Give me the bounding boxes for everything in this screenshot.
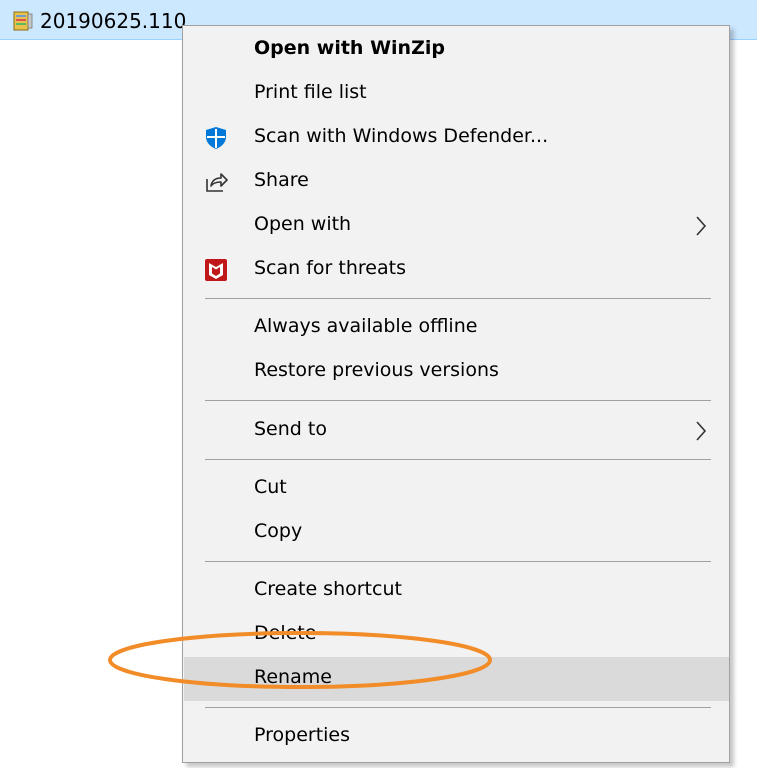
menu-item-cut[interactable]: Cut [184,467,729,511]
chevron-right-icon [695,420,707,442]
windows-defender-icon [204,126,228,150]
menu-item-scan-windows-defender[interactable]: Scan with Windows Defender... [184,116,729,160]
menu-item-open-with[interactable]: Open with [184,204,729,248]
mcafee-icon [204,258,228,282]
menu-item-label: Create shortcut [254,578,402,600]
menu-item-label: Always available offline [254,315,478,337]
menu-separator [205,707,711,708]
menu-item-send-to[interactable]: Send to [184,409,729,453]
context-menu: Open with WinZip Print file list Scan wi… [182,25,730,763]
menu-item-label: Scan with Windows Defender... [254,125,549,147]
menu-item-scan-for-threats[interactable]: Scan for threats [184,248,729,292]
menu-item-label: Share [254,169,309,191]
menu-item-open-with-winzip[interactable]: Open with WinZip [184,28,729,72]
chevron-right-icon [695,215,707,237]
menu-item-label: Print file list [254,81,367,103]
menu-item-restore-previous-versions[interactable]: Restore previous versions [184,350,729,394]
menu-item-label: Open with [254,213,352,235]
winzip-archive-icon [12,10,34,32]
menu-separator [205,400,711,401]
menu-item-label: Delete [254,622,317,644]
menu-item-properties[interactable]: Properties [184,715,729,759]
menu-item-create-shortcut[interactable]: Create shortcut [184,569,729,613]
menu-separator [205,459,711,460]
menu-item-copy[interactable]: Copy [184,511,729,555]
menu-item-delete[interactable]: Delete [184,613,729,657]
menu-item-rename[interactable]: Rename [184,657,729,701]
share-icon [204,170,228,194]
menu-separator [205,561,711,562]
menu-item-print-file-list[interactable]: Print file list [184,72,729,116]
menu-item-label: Send to [254,418,327,440]
menu-item-label: Cut [254,476,287,498]
menu-item-always-available-offline[interactable]: Always available offline [184,306,729,350]
menu-item-label: Rename [254,666,332,688]
file-name[interactable]: 20190625.110 [40,9,186,33]
menu-item-label: Properties [254,724,351,746]
menu-item-label: Scan for threats [254,257,406,279]
menu-item-label: Copy [254,520,303,542]
menu-separator [205,298,711,299]
menu-item-label: Open with WinZip [254,37,445,59]
menu-item-share[interactable]: Share [184,160,729,204]
menu-item-label: Restore previous versions [254,359,499,381]
